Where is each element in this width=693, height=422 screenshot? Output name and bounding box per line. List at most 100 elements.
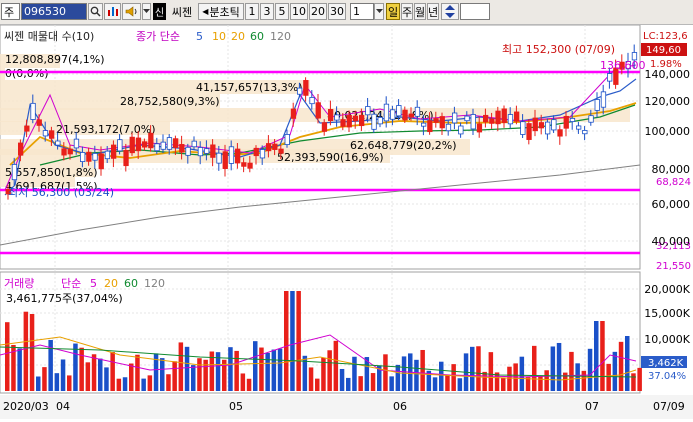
ma-20-label: 20 [231,30,245,43]
candle-body [476,123,483,133]
period-button-month[interactable]: 월 [414,3,426,20]
tick-count-text: 1 [353,5,360,18]
period-button-5[interactable]: 5 [275,3,289,20]
extra-input[interactable] [460,3,490,20]
profile-label: 0(0,0%) [5,67,49,80]
low-annotation: 최저 56,300 (03/24) [8,186,114,199]
candle-body [67,148,73,155]
period-label: 3 [263,5,271,18]
period-button-30[interactable]: 30 [328,3,346,20]
volume-bar [587,348,593,391]
candle-body [327,109,334,122]
volume-bar [166,374,171,391]
volume-bar [600,321,605,391]
period-label: 월 [414,5,426,19]
volume-bar [482,371,487,391]
candle-body [98,153,104,170]
volume-bar [395,364,401,391]
volume-bar [457,378,463,391]
volume-bar [271,349,277,391]
volume-bar [284,291,289,391]
candle-body [538,122,545,129]
candle-body [501,108,507,123]
volume-bar [581,370,587,391]
volume-bar [445,375,450,391]
volume-bar [569,351,574,391]
ma-10-label: 10 [212,30,226,43]
volume-bar [67,375,72,391]
period-button-10[interactable]: 10 [290,3,308,20]
profile-label: 21,593,172(7,0%) [56,123,156,136]
period-button-tick[interactable]: ◀ 분초틱 [198,3,244,20]
volume-bar [253,341,258,391]
period-button-20[interactable]: 20 [309,3,327,20]
volume-bar [606,363,611,391]
candle-body [427,120,433,133]
chart-area: 12,808,897(4,1%) 0(0,0%) 41,157,657(13,3%)… [0,24,693,419]
candle-body [111,144,117,159]
profile-label: 41,157,657(13,3%) [196,81,303,94]
volume-bar [234,350,239,391]
period-button-year[interactable]: 년 [427,3,439,20]
candle-body [334,114,340,121]
candle-body [389,109,396,120]
stock-code-input[interactable]: 096530 [21,3,87,20]
candle-body [365,106,371,116]
sound-button[interactable] [122,3,141,20]
period-label: 20 [311,5,325,18]
candle-body [520,121,526,135]
candle-body [489,118,495,124]
volume-bar [594,321,599,391]
volume-bar [550,346,556,391]
period-button-week[interactable]: 주 [401,3,413,20]
candle-body [458,125,464,135]
candle-body [73,138,80,149]
market-select[interactable]: 주 [1,3,20,20]
candle-body [185,146,191,156]
stock-chart[interactable]: 12,808,897(4,1%)0(0,0%) 41,157,657(13,3%)… [0,24,693,419]
candle-body [141,141,148,148]
tick-count-dropdown[interactable] [374,3,384,20]
candle-body [420,122,427,127]
period-label: 년 [427,5,439,19]
candle-body [148,132,154,149]
candle-body [197,147,204,157]
sound-dropdown[interactable] [142,3,151,20]
volume-bar [246,378,252,391]
scroll-mode-button[interactable] [441,3,459,20]
candle-body [532,117,538,132]
period-button-1[interactable]: 1 [245,3,259,20]
volume-bar [370,373,376,391]
candle-body [340,119,346,127]
volume-bar [23,311,29,391]
ma-5-label: 5 [196,30,203,43]
candle-body [600,91,607,108]
chart-type-button[interactable] [104,3,121,20]
volume-bar [240,373,246,391]
candle-body [296,87,303,95]
candle-body [17,142,24,156]
tick-count-input[interactable]: 1 [350,3,374,20]
candle-body [482,114,489,123]
candle-body [563,115,569,129]
profile-label: 12,808,897(4,1%) [5,53,105,66]
period-button-3[interactable]: 3 [260,3,274,20]
volume-bar [191,365,196,391]
candle-body [377,117,383,125]
candle-body [117,139,123,152]
volume-bar [488,352,494,391]
stock-name-text: 씨젠 [171,5,193,19]
toolbar: 주 096530 신 씨젠 ◀ 분초틱 1 3 5 10 20 30 1 일 주 … [0,0,693,25]
candle-body [191,140,197,148]
volume-bar [352,356,357,391]
period-button-day[interactable]: 일 [386,3,400,20]
search-button[interactable] [88,3,103,20]
candle-body [290,108,297,119]
volume-bar [116,378,122,391]
volume-bar [5,322,10,391]
candle-body [588,115,594,123]
date-tick: 07/09 [653,400,685,413]
volume-bar [538,376,543,391]
candle-body [49,130,55,139]
volume-bar [327,350,332,391]
